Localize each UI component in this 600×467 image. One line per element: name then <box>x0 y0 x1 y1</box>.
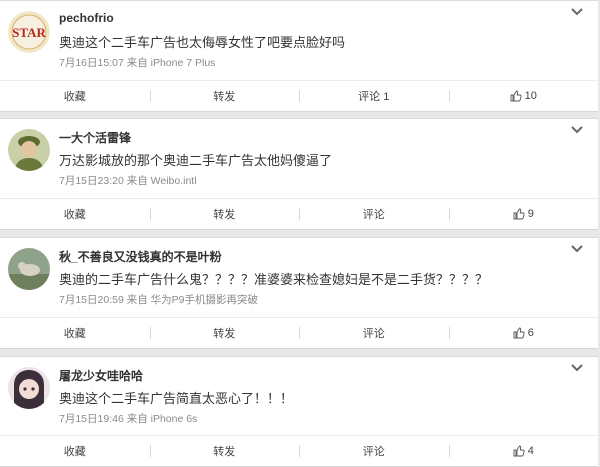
collect-label: 收藏 <box>63 209 86 221</box>
collect-label: 收藏 <box>63 328 86 340</box>
comment-meta: 7月16日15:07 来自 iPhone 7 Plus <box>59 57 216 69</box>
comment-card: 屠龙少女哇哈哈 奥迪这个二手车广告简直太恶心了！！！ 7月15日19:46 来自… <box>0 356 598 467</box>
avatar[interactable] <box>8 248 50 290</box>
action-bar: 收藏 转发 评论 6 <box>0 317 598 348</box>
thumbs-up-icon <box>513 208 525 220</box>
avatar[interactable] <box>8 367 50 409</box>
username[interactable]: 屠龙少女哇哈哈 <box>59 367 143 384</box>
repost-button[interactable]: 转发 <box>149 81 300 111</box>
like-count: 9 <box>527 208 534 220</box>
collect-label: 收藏 <box>63 446 86 458</box>
chevron-down-icon[interactable] <box>570 244 584 254</box>
comment-label: 评论 <box>362 328 385 340</box>
like-button[interactable]: 9 <box>448 199 599 229</box>
comment-meta: 7月15日20:59 来自 华为P9手机摄影再突破 <box>59 294 258 306</box>
like-button[interactable]: 10 <box>448 81 599 111</box>
repost-label: 转发 <box>213 91 236 103</box>
repost-label: 转发 <box>213 328 236 340</box>
comment-button[interactable]: 评论 <box>299 436 449 466</box>
like-button[interactable]: 6 <box>448 318 599 348</box>
comment-card: STAR pechofrio 奥迪这个二手车广告也太侮辱女性了吧要点脸好吗 7月… <box>0 0 598 112</box>
action-bar: 收藏 转发 评论 4 <box>0 435 598 466</box>
chevron-down-icon[interactable] <box>570 7 584 17</box>
avatar[interactable] <box>8 129 50 171</box>
thumbs-up-icon <box>510 90 522 102</box>
repost-label: 转发 <box>213 446 236 458</box>
thumbs-up-icon <box>513 327 525 339</box>
avatar[interactable]: STAR <box>8 11 50 53</box>
thumbs-up-icon <box>513 445 525 457</box>
comment-text: 奥迪的二手车广告什么鬼？？？？准婆婆来检查媳妇是不是二手货？？？？ <box>59 272 489 287</box>
collect-button[interactable]: 收藏 <box>0 318 150 348</box>
repost-button[interactable]: 转发 <box>149 436 300 466</box>
comment-button[interactable]: 评论 <box>299 318 449 348</box>
comment-text: 奥迪这个二手车广告简直太恶心了！！！ <box>59 391 294 406</box>
comment-text: 奥迪这个二手车广告也太侮辱女性了吧要点脸好吗 <box>59 35 346 50</box>
comment-card: 一大个活雷锋 万达影城放的那个奥迪二手车广告太他妈傻逼了 7月15日23:20 … <box>0 118 598 230</box>
collect-button[interactable]: 收藏 <box>0 81 150 111</box>
comment-button[interactable]: 评论 <box>299 199 449 229</box>
repost-label: 转发 <box>213 209 236 221</box>
repost-button[interactable]: 转发 <box>149 199 300 229</box>
username[interactable]: pechofrio <box>59 11 114 25</box>
comment-button[interactable]: 评论 1 <box>299 81 449 111</box>
collect-label: 收藏 <box>63 91 86 103</box>
like-count: 4 <box>527 445 534 457</box>
action-bar: 收藏 转发 评论 9 <box>0 198 598 229</box>
comment-card: 秋_不善良又没钱真的不是叶粉 奥迪的二手车广告什么鬼？？？？准婆婆来检查媳妇是不… <box>0 237 598 349</box>
comment-meta: 7月15日19:46 来自 iPhone 6s <box>59 413 198 425</box>
comment-meta: 7月15日23:20 来自 Weibo.intl <box>59 175 197 187</box>
like-count: 10 <box>524 90 537 102</box>
repost-button[interactable]: 转发 <box>149 318 300 348</box>
comment-label: 评论 <box>362 446 385 458</box>
comment-label: 评论 <box>362 209 385 221</box>
chevron-down-icon[interactable] <box>570 363 584 373</box>
comment-label: 评论 1 <box>358 91 390 103</box>
username[interactable]: 秋_不善良又没钱真的不是叶粉 <box>59 248 222 265</box>
chevron-down-icon[interactable] <box>570 125 584 135</box>
collect-button[interactable]: 收藏 <box>0 199 150 229</box>
comment-text: 万达影城放的那个奥迪二手车广告太他妈傻逼了 <box>59 153 333 168</box>
username[interactable]: 一大个活雷锋 <box>59 129 131 146</box>
action-bar: 收藏 转发 评论 1 10 <box>0 80 598 111</box>
like-count: 6 <box>527 327 534 339</box>
like-button[interactable]: 4 <box>448 436 599 466</box>
avatar-logo-text: STAR <box>12 25 46 40</box>
collect-button[interactable]: 收藏 <box>0 436 150 466</box>
